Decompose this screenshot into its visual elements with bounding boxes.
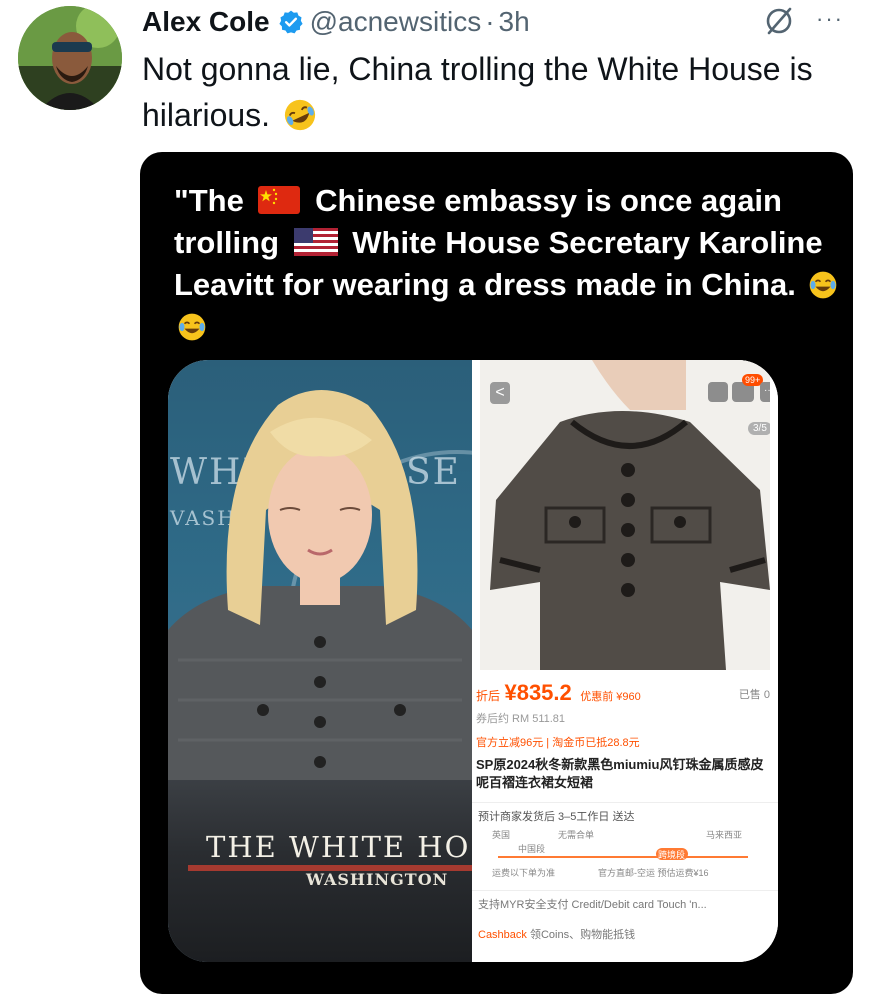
route-china-leg: 中国段 [518,844,546,854]
sold-count: 已售 0 [738,689,770,701]
rolling-on-floor-laughing-emoji [284,99,316,131]
route-note-2: 官方直邮-空运 预估运费¥16 [598,868,709,878]
payment-options: 支持MYR安全支付 Credit/Debit card Touch 'n... [478,899,707,911]
divider [472,802,778,803]
product-photo: < 99+ ··· 3/5 [480,360,770,670]
tweet-media[interactable]: "The Chinese embassy is once again troll… [140,152,853,994]
more-icon: ··· [760,382,770,402]
price-tag: 折后 [476,689,501,703]
podium-lettering: THE WHITE HO [206,830,471,864]
separator-dot: · [485,6,495,37]
price-myr: 券后约 RM 511.81 [476,713,566,725]
coins-text: 领Coins、购物能抵钱 [526,929,636,941]
price-main: ¥835.2 [504,680,572,705]
promo-line: 官方立减96元 | 淘金币已抵28.8元 [476,737,640,749]
verified-badge-icon [279,10,303,34]
route-bar [498,856,748,858]
face-with-tears-of-joy-emoji [178,313,206,341]
display-name[interactable]: Alex Cole [142,6,270,38]
podium-sublettering: WASHINGTON [306,870,449,889]
author-avatar[interactable] [18,6,122,110]
caption-part-1: "The [174,183,244,218]
route-note-1: 运费以下单为准 [492,868,556,878]
composite-image: WHIT SE VASH THE WHITE HO WASHINGTON < 9… [168,360,778,962]
divider [472,890,778,891]
coins-line: Cashback 领Coins、购物能抵钱 [478,926,635,942]
usa-flag-icon [293,228,338,256]
avatar-photo [18,6,122,110]
tweet-text: Not gonna lie, China trolling the White … [142,46,852,138]
dress-photo [480,360,770,670]
price-row: 折后 ¥835.2 优惠前 ¥960 [476,680,641,706]
tweet-text-body: Not gonna lie, China trolling the White … [142,51,813,133]
route-destination: 马来西亚 [706,830,743,840]
face-with-tears-of-joy-emoji [809,271,836,299]
media-caption: "The Chinese embassy is once again troll… [174,180,844,348]
shopping-listing-screenshot: < 99+ ··· 3/5 折后 ¥835.2 优惠前 ¥960 已售 0 券后… [472,360,778,962]
shipping-route: 英国 无需合单 马来西亚 中国段 跨境段 运费以下单为准 官方直邮-空运 预估运… [478,826,768,886]
shipping-estimate: 预计商家发货后 3–5工作日 送达 [478,811,635,823]
route-pill-label: 跨境段 [658,850,686,860]
image-pager: 3/5 [748,422,770,435]
tweet-timestamp[interactable]: 3h [499,6,530,38]
product-title: SP原2024秋冬新款黑色miumiu风钉珠金属质感皮呢百褶连衣裙女短裙 [476,757,764,790]
cashback-tag: Cashback [478,929,527,941]
route-merge: 无需合单 [558,830,595,840]
author-handle[interactable]: @acnewsitics [310,6,482,38]
more-icon[interactable]: ··· [816,8,844,30]
speaker-figure [168,390,472,800]
share-icon [708,382,728,402]
author-row: Alex Cole @acnewsitics · 3h [142,2,530,42]
grok-icon[interactable] [762,4,796,38]
price-original: 优惠前 ¥960 [580,691,641,703]
back-arrow-icon: < [490,382,510,404]
press-briefing-photo: WHIT SE VASH THE WHITE HO WASHINGTON [168,360,626,962]
route-origin: 英国 [492,830,511,840]
china-flag-icon [258,186,301,214]
